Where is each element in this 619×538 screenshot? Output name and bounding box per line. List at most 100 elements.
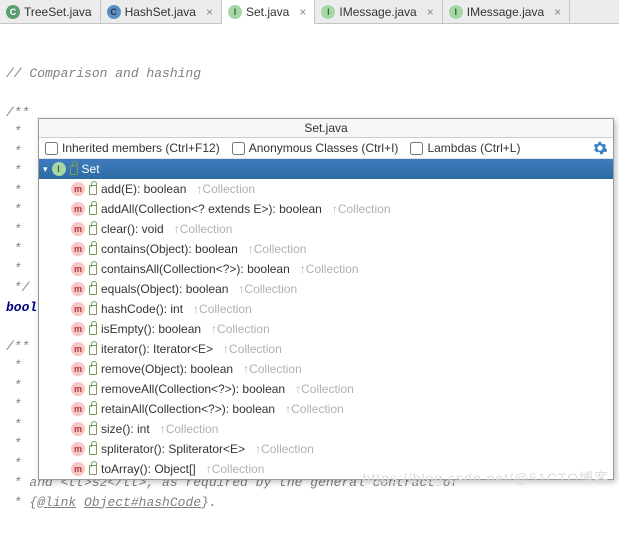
method-icon: m — [71, 222, 85, 236]
method-signature: iterator(): Iterator<E> — [101, 342, 213, 356]
method-signature: containsAll(Collection<?>): boolean — [101, 262, 290, 276]
method-icon: m — [71, 462, 85, 476]
tab-label: Set.java — [246, 5, 289, 19]
method-icon: m — [71, 382, 85, 396]
interface-icon: I — [449, 5, 463, 19]
lock-icon — [89, 364, 97, 374]
inherited-from: ↑Collection — [193, 302, 252, 316]
inherited-from: ↑Collection — [248, 242, 307, 256]
method-row[interactable]: m size(): int ↑Collection — [39, 419, 613, 439]
tree-root-label: Set — [82, 162, 100, 176]
method-row[interactable]: m isEmpty(): boolean ↑Collection — [39, 319, 613, 339]
close-icon[interactable]: × — [299, 5, 306, 19]
inherited-from: ↑Collection — [223, 342, 282, 356]
filter-inherited[interactable]: Inherited members (Ctrl+F12) — [45, 141, 220, 155]
tab-label: IMessage.java — [467, 5, 544, 19]
tab-label: HashSet.java — [125, 5, 196, 19]
method-icon: m — [71, 242, 85, 256]
tab-hashset-java[interactable]: C HashSet.java × — [101, 0, 222, 23]
tab-treeset-java[interactable]: C TreeSet.java — [0, 0, 101, 23]
inherited-from: ↑Collection — [211, 322, 270, 336]
method-signature: addAll(Collection<? extends E>): boolean — [101, 202, 322, 216]
method-row[interactable]: mhashCode(): int↑Collection — [39, 299, 613, 319]
inherited-from: ↑Collection — [196, 182, 255, 196]
class-icon: C — [6, 5, 20, 19]
method-icon: m — [71, 322, 85, 336]
interface-icon: I — [52, 162, 66, 176]
interface-icon: I — [321, 5, 335, 19]
tab-imessage-java[interactable]: I IMessage.java × — [443, 0, 570, 23]
editor-tabs: C TreeSet.java C HashSet.java × I Set.java × I IM… — [0, 0, 619, 24]
inherited-from: ↑Collection — [285, 402, 344, 416]
inherited-from: ↑Collection — [300, 262, 359, 276]
method-signature: retainAll(Collection<?>): boolean — [101, 402, 275, 416]
method-icon: m — [71, 362, 85, 376]
method-signature: remove(Object): boolean — [101, 362, 233, 376]
tab-set-java[interactable]: ISet.java× — [222, 0, 315, 24]
lock-icon — [89, 224, 97, 234]
method-icon: m — [71, 202, 85, 216]
popup-title: Set.java — [39, 119, 613, 138]
method-row[interactable]: m containsAll(Collection<?>): boolean ↑Col… — [39, 259, 613, 279]
lock-icon — [89, 464, 97, 474]
method-signature: equals(Object): boolean — [101, 282, 228, 296]
method-icon: m — [71, 282, 85, 296]
lock-icon — [89, 444, 97, 454]
lock-icon — [89, 284, 97, 294]
method-signature: hashCode(): int — [101, 302, 183, 316]
filter-row: Inherited members (Ctrl+F12) Anonymous C… — [39, 138, 613, 159]
filter-anonymous[interactable]: Anonymous Classes (Ctrl+I) — [232, 141, 399, 155]
inherited-from: ↑Collection — [238, 282, 297, 296]
lock-icon — [89, 404, 97, 414]
editor-area: // Comparison and hashing /** * * * * * … — [0, 24, 619, 538]
method-signature: contains(Object): boolean — [101, 242, 238, 256]
method-row[interactable]: mspliterator(): Spliterator<E>↑Collectio… — [39, 439, 613, 459]
filter-lambdas[interactable]: Lambdas (Ctrl+L) — [410, 141, 520, 155]
method-row[interactable]: m addAll(Collection<? extends E>): boolea… — [39, 199, 613, 219]
method-signature: isEmpty(): boolean — [101, 322, 201, 336]
close-icon[interactable]: × — [427, 5, 434, 19]
method-icon: m — [71, 422, 85, 436]
class-icon: C — [107, 5, 121, 19]
inherited-from: ↑Collection — [243, 362, 302, 376]
method-icon: m — [71, 342, 85, 356]
inherited-from: ↑Collection — [295, 382, 354, 396]
method-row[interactable]: m equals(Object): boolean ↑Collection — [39, 279, 613, 299]
method-icon: m — [71, 262, 85, 276]
inherited-from: ↑Collection — [160, 422, 219, 436]
method-signature: size(): int — [101, 422, 150, 436]
javadoc-line: * {@link Object#hashCode}. — [6, 495, 217, 510]
method-row[interactable]: madd(E): boolean↑Collection — [39, 179, 613, 199]
gear-icon[interactable] — [593, 141, 607, 155]
lock-icon — [89, 244, 97, 254]
keyword-bool: bool — [6, 300, 37, 315]
lock-icon — [89, 204, 97, 214]
lock-icon — [89, 304, 97, 314]
lock-icon — [89, 324, 97, 334]
tree-root-set[interactable]: ▾ I Set — [39, 159, 613, 179]
method-row[interactable]: m clear(): void ↑Collection — [39, 219, 613, 239]
lock-icon — [70, 164, 78, 174]
method-signature: clear(): void — [101, 222, 164, 236]
close-icon[interactable]: × — [206, 5, 213, 19]
method-row[interactable]: mremoveAll(Collection<?>): boolean↑Colle… — [39, 379, 613, 399]
lock-icon — [89, 424, 97, 434]
lock-icon — [89, 184, 97, 194]
chevron-down-icon: ▾ — [43, 164, 48, 175]
method-signature: add(E): boolean — [101, 182, 186, 196]
inherited-from: ↑Collection — [255, 442, 314, 456]
tab-label: TreeSet.java — [24, 5, 92, 19]
method-row[interactable]: m iterator(): Iterator<E> ↑Collection — [39, 339, 613, 359]
tab-label: IMessage.java — [339, 5, 416, 19]
method-row[interactable]: m contains(Object): boolean ↑Collection — [39, 239, 613, 259]
method-row[interactable]: mretainAll(Collection<?>): boolean↑Colle… — [39, 399, 613, 419]
structure-tree: ▾ I Set m add(E): boolean ↑Collection m addA… — [39, 159, 613, 479]
structure-popup: Set.java Inherited members (Ctrl+F12) An… — [38, 118, 614, 480]
method-icon: m — [71, 442, 85, 456]
inherited-from: ↑Collection — [174, 222, 233, 236]
method-row[interactable]: mtoArray(): Object[]↑Collection — [39, 459, 613, 479]
tab-imessage-java[interactable]: I IMessage.java × — [315, 0, 442, 23]
close-icon[interactable]: × — [554, 5, 561, 19]
inherited-from: ↑Collection — [206, 462, 265, 476]
method-row[interactable]: m remove(Object): boolean ↑Collection — [39, 359, 613, 379]
